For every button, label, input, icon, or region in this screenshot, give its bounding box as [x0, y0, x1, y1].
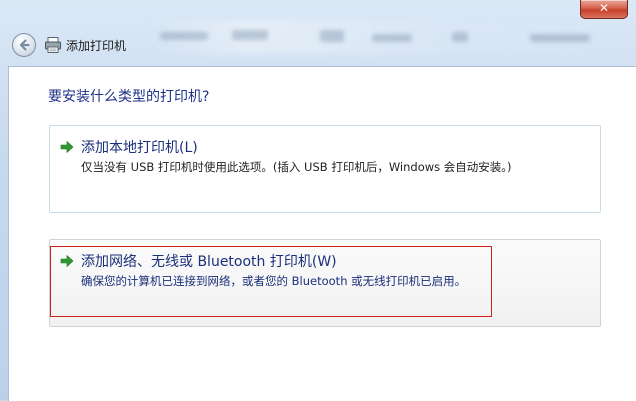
option-description: 确保您的计算机已连接到网络，或者您的 Bluetooth 或无线打印机已启用。	[81, 274, 467, 288]
add-local-printer-option[interactable]: 添加本地打印机(L) 仅当没有 USB 打印机时使用此选项。(插入 USB 打印…	[49, 125, 601, 213]
glass-blur-shape	[530, 34, 590, 42]
glass-blur-shape	[372, 34, 412, 42]
back-button[interactable]	[12, 33, 36, 57]
glass-blur-shape	[232, 30, 268, 40]
glass-blur-shape	[320, 30, 344, 42]
option-description: 仅当没有 USB 打印机时使用此选项。(插入 USB 打印机后，Windows …	[81, 160, 512, 174]
glass-blur-shape	[160, 32, 208, 40]
green-arrow-icon	[60, 254, 74, 268]
add-network-printer-option[interactable]: 添加网络、无线或 Bluetooth 打印机(W) 确保您的计算机已连接到网络，…	[49, 239, 601, 327]
option-title: 添加网络、无线或 Bluetooth 打印机(W)	[81, 254, 337, 270]
glass-blur-shape	[452, 32, 468, 42]
option-title: 添加本地打印机(L)	[81, 140, 198, 156]
window-title: 添加打印机	[66, 39, 127, 53]
printer-icon	[45, 37, 61, 53]
back-arrow-icon	[19, 39, 30, 51]
green-arrow-icon	[60, 140, 74, 154]
content-pane: 要安装什么类型的打印机? 添加本地打印机(L) 仅当没有 USB 打印机时使用此…	[8, 66, 636, 401]
close-icon: ✕	[598, 1, 610, 15]
close-button[interactable]: ✕	[580, 0, 628, 19]
page-title: 要安装什么类型的打印机?	[48, 89, 210, 105]
